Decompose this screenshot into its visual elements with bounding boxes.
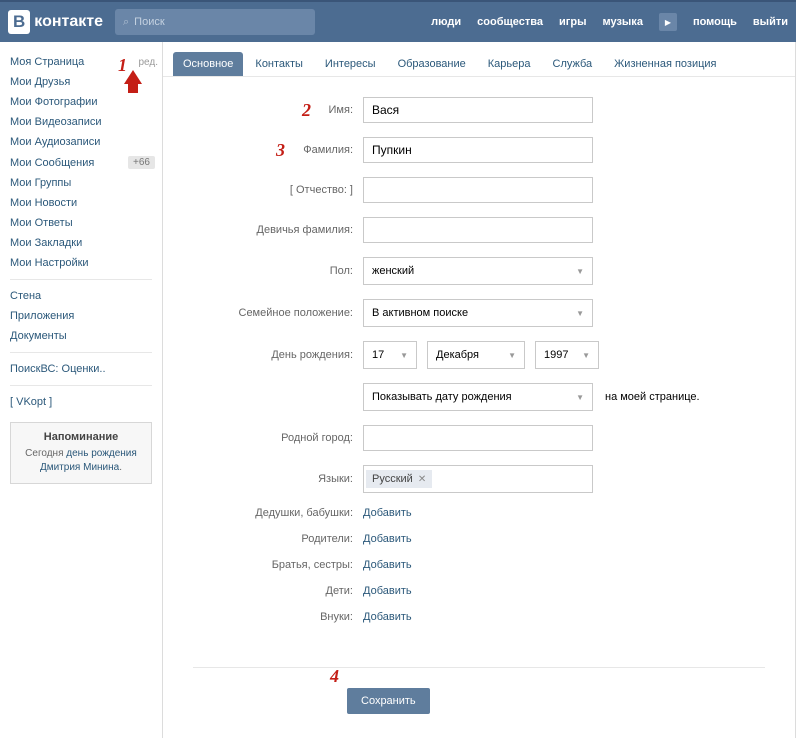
sidebar-item-apps[interactable]: Приложения bbox=[10, 310, 74, 322]
grandparents-label: Дедушки, бабушки: bbox=[193, 507, 363, 519]
sidebar: Моя Страница ред. Мои Друзья Мои Фотограф… bbox=[0, 42, 162, 738]
top-nav: люди сообщества игры музыка ▶ помощь вый… bbox=[431, 13, 788, 31]
patronym-label[interactable]: [ Отчество: ] bbox=[193, 184, 363, 196]
edit-form: Имя: Фамилия: [ Отчество: ] Девичья фами… bbox=[163, 77, 795, 657]
patronym-input[interactable] bbox=[363, 177, 593, 203]
edit-link[interactable]: ред. bbox=[138, 57, 158, 68]
reminder-title: Напоминание bbox=[19, 431, 143, 443]
lang-label: Языки: bbox=[193, 473, 363, 485]
bday-aside: на моей странице. bbox=[605, 391, 700, 403]
sidebar-item-videos[interactable]: Мои Видеозаписи bbox=[10, 116, 102, 128]
logo-text: контакте bbox=[34, 13, 103, 31]
close-icon[interactable]: ✕ bbox=[418, 474, 426, 485]
gender-label: Пол: bbox=[193, 265, 363, 277]
sidebar-item-audio[interactable]: Мои Аудиозаписи bbox=[10, 136, 100, 148]
nav-help[interactable]: помощь bbox=[693, 16, 737, 28]
bday-day-select[interactable]: 17▼ bbox=[363, 341, 417, 369]
surname-label: Фамилия: bbox=[193, 144, 363, 156]
lang-input[interactable]: Русский✕ bbox=[363, 465, 593, 493]
add-grandchildren[interactable]: Добавить bbox=[363, 611, 412, 623]
hometown-input[interactable] bbox=[363, 425, 593, 451]
status-label: Семейное положение: bbox=[193, 307, 363, 319]
sidebar-item-news[interactable]: Мои Новости bbox=[10, 197, 77, 209]
tab-position[interactable]: Жизненная позиция bbox=[604, 52, 726, 76]
sidebar-item-messages[interactable]: Мои Сообщения bbox=[10, 157, 94, 169]
reminder-body: Сегодня день рождения Дмитрия Минина. bbox=[19, 447, 143, 475]
search-box[interactable]: ⌕ bbox=[115, 9, 315, 35]
search-input[interactable] bbox=[134, 16, 307, 28]
gender-select[interactable]: женский▼ bbox=[363, 257, 593, 285]
messages-badge: +66 bbox=[128, 156, 155, 169]
sidebar-item-answers[interactable]: Мои Ответы bbox=[10, 217, 73, 229]
divider bbox=[10, 279, 152, 280]
chevron-down-icon: ▼ bbox=[576, 267, 584, 276]
chevron-down-icon: ▼ bbox=[508, 351, 516, 360]
add-grandparents[interactable]: Добавить bbox=[363, 507, 412, 519]
sidebar-item-friends[interactable]: Мои Друзья bbox=[10, 76, 70, 88]
siblings-label: Братья, сестры: bbox=[193, 559, 363, 571]
maiden-label: Девичья фамилия: bbox=[193, 224, 363, 236]
status-select[interactable]: В активном поиске▼ bbox=[363, 299, 593, 327]
add-children[interactable]: Добавить bbox=[363, 585, 412, 597]
tab-basic[interactable]: Основное bbox=[173, 52, 243, 76]
sidebar-item-photos[interactable]: Мои Фотографии bbox=[10, 96, 97, 108]
nav-exit[interactable]: выйти bbox=[753, 16, 788, 28]
sidebar-item-wall[interactable]: Стена bbox=[10, 290, 41, 302]
chevron-down-icon: ▼ bbox=[582, 351, 590, 360]
name-input[interactable] bbox=[363, 97, 593, 123]
tab-career[interactable]: Карьера bbox=[478, 52, 541, 76]
tab-contacts[interactable]: Контакты bbox=[245, 52, 313, 76]
lang-tag: Русский✕ bbox=[366, 470, 432, 488]
sidebar-item-searchvs[interactable]: ПоискВС: Оценки.. bbox=[10, 363, 106, 375]
nav-communities[interactable]: сообщества bbox=[477, 16, 543, 28]
tab-education[interactable]: Образование bbox=[388, 52, 476, 76]
sidebar-item-groups[interactable]: Мои Группы bbox=[10, 177, 71, 189]
bday-show-select[interactable]: Показывать дату рождения▼ bbox=[363, 383, 593, 411]
bday-label: День рождения: bbox=[193, 349, 363, 361]
search-icon: ⌕ bbox=[123, 16, 129, 29]
tabs: Основное Контакты Интересы Образование К… bbox=[163, 42, 795, 77]
nav-people[interactable]: люди bbox=[431, 16, 461, 28]
arrow-up-icon bbox=[124, 70, 142, 84]
chevron-down-icon: ▼ bbox=[576, 393, 584, 402]
divider bbox=[10, 385, 152, 386]
reminder-box: Напоминание Сегодня день рождения Дмитри… bbox=[10, 422, 152, 484]
save-button[interactable]: Сохранить bbox=[347, 688, 430, 714]
sidebar-item-bookmarks[interactable]: Мои Закладки bbox=[10, 237, 82, 249]
sidebar-item-settings[interactable]: Мои Настройки bbox=[10, 257, 89, 269]
hometown-label: Родной город: bbox=[193, 432, 363, 444]
tab-service[interactable]: Служба bbox=[543, 52, 603, 76]
logo-icon: B bbox=[8, 10, 30, 34]
divider bbox=[10, 352, 152, 353]
chevron-down-icon: ▼ bbox=[576, 309, 584, 318]
main: Основное Контакты Интересы Образование К… bbox=[162, 42, 796, 738]
children-label: Дети: bbox=[193, 585, 363, 597]
add-siblings[interactable]: Добавить bbox=[363, 559, 412, 571]
name-label: Имя: bbox=[193, 104, 363, 116]
sidebar-item-vkopt[interactable]: [ VKopt ] bbox=[10, 396, 52, 408]
add-parents[interactable]: Добавить bbox=[363, 533, 412, 545]
grandchildren-label: Внуки: bbox=[193, 611, 363, 623]
surname-input[interactable] bbox=[363, 137, 593, 163]
sidebar-item-docs[interactable]: Документы bbox=[10, 330, 67, 342]
nav-games[interactable]: игры bbox=[559, 16, 586, 28]
reminder-link[interactable]: день рождения bbox=[66, 448, 137, 459]
reminder-name[interactable]: Дмитрия Минина bbox=[40, 462, 119, 473]
sidebar-item-mypage[interactable]: Моя Страница bbox=[10, 56, 84, 68]
tab-interests[interactable]: Интересы bbox=[315, 52, 386, 76]
header: B контакте ⌕ люди сообщества игры музыка… bbox=[0, 0, 796, 42]
play-icon[interactable]: ▶ bbox=[659, 13, 677, 31]
chevron-down-icon: ▼ bbox=[400, 351, 408, 360]
bday-year-select[interactable]: 1997▼ bbox=[535, 341, 599, 369]
parents-label: Родители: bbox=[193, 533, 363, 545]
maiden-input[interactable] bbox=[363, 217, 593, 243]
bday-month-select[interactable]: Декабря▼ bbox=[427, 341, 525, 369]
logo[interactable]: B контакте bbox=[8, 10, 103, 34]
nav-music[interactable]: музыка bbox=[602, 16, 642, 28]
